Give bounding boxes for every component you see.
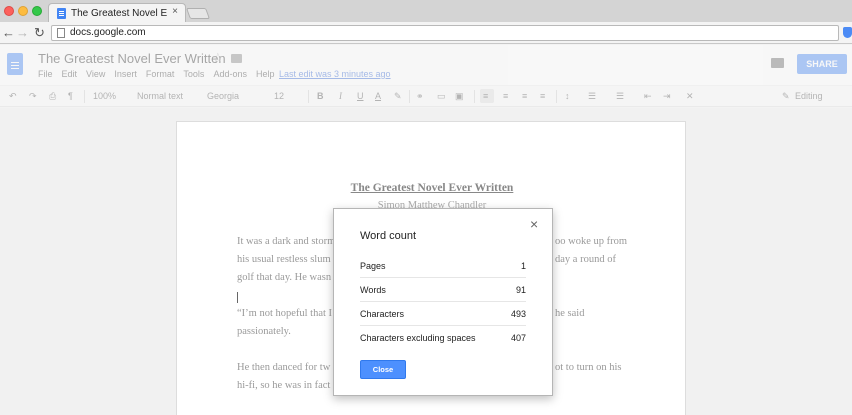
close-button[interactable]: Close <box>360 360 406 379</box>
redo-icon[interactable]: ↷ <box>29 91 37 102</box>
stat-value: 91 <box>515 285 526 295</box>
menu-file[interactable]: File <box>38 69 53 79</box>
text-color-button[interactable]: A <box>375 91 381 101</box>
docs-logo-icon[interactable] <box>7 53 23 75</box>
paragraph-line: golf that day. He wasn <box>237 272 332 283</box>
undo-icon[interactable]: ↶ <box>9 91 17 102</box>
zoom-window-button[interactable] <box>32 6 42 16</box>
tab-title: The Greatest Novel Ever Written <box>71 8 167 19</box>
paragraph-line-tail: he said <box>555 308 585 319</box>
stat-row-characters-no-spaces: Characters excluding spaces 407 <box>360 326 526 350</box>
menu-addons[interactable]: Add-ons <box>213 69 247 79</box>
print-icon[interactable]: ⎙ <box>49 91 56 102</box>
browser-tab-bar: The Greatest Novel Ever Written × <box>0 0 852 22</box>
menu-insert[interactable]: Insert <box>114 69 137 79</box>
paragraph-line: It was a dark and storm <box>237 236 336 247</box>
menu-view[interactable]: View <box>86 69 105 79</box>
comment-add-icon[interactable]: ▭ <box>437 91 446 102</box>
text-cursor <box>237 292 238 303</box>
align-justify-icon[interactable]: ≡ <box>540 91 545 101</box>
browser-tab[interactable]: The Greatest Novel Ever Written × <box>48 3 186 22</box>
paragraph-line: “I’m not hopeful that I <box>237 308 333 319</box>
star-icon[interactable]: ☆ <box>212 50 224 66</box>
address-bar[interactable]: docs.google.com <box>51 25 839 41</box>
word-count-dialog: × Word count Pages 1 Words 91 Characters… <box>333 208 553 396</box>
zoom-select[interactable]: 100% <box>93 91 116 101</box>
link-icon[interactable]: ⚭ <box>416 91 424 102</box>
font-size-select[interactable]: 12 <box>274 91 284 101</box>
align-right-icon[interactable]: ≡ <box>522 91 527 101</box>
stat-value: 407 <box>510 333 526 343</box>
paragraph-line: He then danced for tw <box>237 362 331 373</box>
underline-button[interactable]: U <box>357 91 364 101</box>
stat-row-pages: Pages 1 <box>360 254 526 278</box>
font-select[interactable]: Georgia <box>207 91 239 101</box>
back-arrow-icon[interactable]: ← <box>2 25 15 40</box>
toolbar-divider <box>308 90 309 103</box>
align-left-icon[interactable]: ≡ <box>483 91 488 101</box>
editing-pencil-icon[interactable]: ✎ <box>782 91 790 102</box>
url-text[interactable]: docs.google.com <box>70 27 146 38</box>
italic-button[interactable]: I <box>339 91 342 101</box>
page-icon <box>57 28 65 38</box>
browser-toolbar: ← → ↻ docs.google.com <box>0 22 852 44</box>
paragraph-line: hi-fi, so he was in fact <box>237 380 331 391</box>
paragraph-line: his usual restless slum <box>237 254 331 265</box>
menu-tools[interactable]: Tools <box>183 69 204 79</box>
clear-formatting-icon[interactable]: ✕ <box>686 91 694 102</box>
paragraph-line-tail: day a round of <box>555 254 616 265</box>
bold-button[interactable]: B <box>317 91 324 101</box>
stat-row-words: Words 91 <box>360 278 526 302</box>
paint-format-icon[interactable]: ¶ <box>68 91 73 101</box>
decrease-indent-icon[interactable]: ⇤ <box>644 91 652 102</box>
paragraph-line-tail: oo woke up from <box>555 236 628 247</box>
document-title[interactable]: The Greatest Novel Ever Written <box>38 51 226 66</box>
menu-format[interactable]: Format <box>146 69 175 79</box>
dialog-title: Word count <box>360 230 417 242</box>
menu-help[interactable]: Help <box>256 69 275 79</box>
toolbar-divider <box>474 90 475 103</box>
bulleted-list-icon[interactable]: ☰ <box>616 91 624 102</box>
formatting-toolbar: ↶ ↷ ⎙ ¶ 100% Normal text Georgia 12 B I … <box>0 85 852 107</box>
extension-shield-icon[interactable] <box>843 27 852 38</box>
increase-indent-icon[interactable]: ⇥ <box>663 91 671 102</box>
share-button[interactable]: SHARE <box>797 54 847 74</box>
toolbar-divider <box>556 90 557 103</box>
forward-arrow-icon[interactable]: → <box>16 25 29 40</box>
toolbar-divider <box>409 90 410 103</box>
paragraph-line-tail: ot to turn on his <box>555 362 622 373</box>
align-center-icon[interactable]: ≡ <box>503 91 508 101</box>
line-spacing-icon[interactable]: ↕ <box>565 91 570 101</box>
last-edit-link[interactable]: Last edit was 3 minutes ago <box>279 69 391 79</box>
document-heading: The Greatest Novel Ever Written <box>350 182 514 194</box>
style-select[interactable]: Normal text <box>137 91 183 101</box>
editing-mode-select[interactable]: Editing <box>795 91 823 101</box>
stat-value: 1 <box>520 261 526 271</box>
close-icon[interactable]: × <box>530 217 538 231</box>
comments-icon[interactable] <box>771 58 784 68</box>
menu-bar: File Edit View Insert Format Tools Add-o… <box>38 69 283 79</box>
paragraph-line: passionately. <box>237 326 291 337</box>
stat-label: Words <box>360 285 386 295</box>
stat-row-characters: Characters 493 <box>360 302 526 326</box>
stat-label: Characters <box>360 309 405 319</box>
stat-value: 493 <box>510 309 526 319</box>
highlight-icon[interactable]: ✎ <box>394 91 402 102</box>
docs-header: The Greatest Novel Ever Written ☆ File E… <box>0 45 852 85</box>
reload-icon[interactable]: ↻ <box>34 25 45 40</box>
stat-label: Pages <box>360 261 386 271</box>
new-tab-button[interactable] <box>185 8 211 19</box>
stat-label: Characters excluding spaces <box>360 333 476 343</box>
numbered-list-icon[interactable]: ☰ <box>588 91 596 102</box>
folder-icon[interactable] <box>231 54 242 63</box>
tab-close-icon[interactable]: × <box>172 6 178 17</box>
minimize-window-button[interactable] <box>18 6 28 16</box>
close-window-button[interactable] <box>4 6 14 16</box>
toolbar-divider <box>84 90 85 103</box>
docs-favicon-icon <box>57 8 66 19</box>
menu-edit[interactable]: Edit <box>62 69 78 79</box>
image-icon[interactable]: ▣ <box>455 91 464 102</box>
